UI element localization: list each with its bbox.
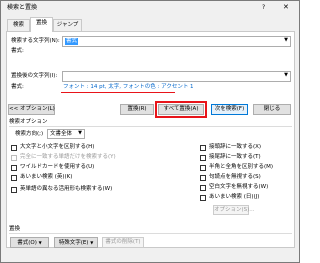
tab-panel [6,31,295,248]
ignore-whitespace-label: 空白文字を無視する(W) [209,184,269,190]
help-button[interactable]: ? [262,5,265,11]
replace-button[interactable]: 置換(R) [120,104,154,115]
wildcards-label: ワイルドカードを使用する(U) [20,164,95,170]
fuzzy-japanese-label: あいまい検索 (日)(J) [209,194,260,200]
find-input[interactable]: 書式 ▼ [62,36,291,47]
chevron-down-icon: ▼ [78,130,82,136]
dialog-title: 検索と置換 [7,4,38,11]
match-prefix-checkbox[interactable] [200,145,206,151]
find-label: 検索する文字列(N): [11,38,60,44]
ignore-punctuation-label: 句読点を無視する(S) [209,174,261,180]
match-prefix-label: 接頭辞に一致する(X) [209,144,262,150]
match-suffix-label: 接尾辞に一致する(T) [209,154,261,160]
format-button[interactable]: 書式(O) ▼ [10,237,49,248]
match-width-label: 半角と全角を区別する(M) [209,164,274,170]
whole-word-label: 完全に一致する単語だけを検索する(Y) [20,154,116,160]
chevron-down-icon: ▼ [38,240,42,245]
match-suffix-checkbox[interactable] [200,155,206,161]
wildcards-checkbox[interactable] [11,165,17,171]
less-options-button[interactable]: << オプション(L) [8,104,55,115]
close-button[interactable]: 閉じる [253,104,291,115]
search-direction-select[interactable]: 文書全体 ▼ [47,129,85,139]
whole-word-checkbox[interactable] [11,155,17,161]
match-case-label: 大文字と小文字を区別する(H) [20,144,95,150]
find-format-label: 書式: [11,48,24,54]
fuzzy-english-label: あいまい検索 (英)(K) [20,174,73,180]
ignore-whitespace-checkbox[interactable] [200,185,206,191]
word-forms-checkbox[interactable] [11,187,17,193]
ignore-punctuation-checkbox[interactable] [200,175,206,181]
search-direction-label: 検索方向(;) [15,131,44,137]
replace-input[interactable]: ▼ [62,71,291,82]
clear-format-button[interactable]: 書式の削除(T) [102,237,144,248]
fuzzy-english-checkbox[interactable] [11,175,17,181]
fuzzy-japanese-checkbox[interactable] [200,195,206,201]
find-next-button[interactable]: 次を検索(F) [211,104,248,115]
replace-format-underline [61,92,175,93]
match-width-checkbox[interactable] [200,165,206,171]
close-icon[interactable]: ✕ [283,4,289,11]
chevron-down-icon[interactable]: ▼ [284,73,288,78]
replace-format-label: 書式: [11,84,24,90]
bottom-divider [9,233,292,234]
tab-replace[interactable]: 置換 [30,17,53,32]
replace-all-button[interactable]: すべて置換(A) [158,104,204,115]
special-button[interactable]: 特殊文字(E) ▼ [54,237,98,248]
find-input-value: 書式 [65,38,79,45]
search-options-title: 検索オプション [9,119,48,125]
tab-find[interactable]: 検索 [7,19,30,31]
options-divider [9,126,292,127]
tab-goto[interactable]: ジャンプ [53,19,82,31]
chevron-down-icon: ▼ [90,240,94,245]
match-case-checkbox[interactable] [11,145,17,151]
replace-format-value: フォント : 14 pt, 太字, フォントの色 : アクセント 1 [63,84,194,90]
fuzzy-options-button[interactable]: オプション(S)... [213,205,255,215]
word-forms-label: 英単語の異なる活用形も検索する(W) [20,186,113,192]
replace-label: 置換後の文字列(I): [11,73,58,79]
chevron-down-icon[interactable]: ▼ [284,38,288,43]
find-replace-dialog: 検索と置換 ? ✕ 検索 置換 ジャンプ 検索する文字列(N): 書式 ▼ 書式… [0,0,300,263]
replace-section-title: 置換 [9,226,21,232]
